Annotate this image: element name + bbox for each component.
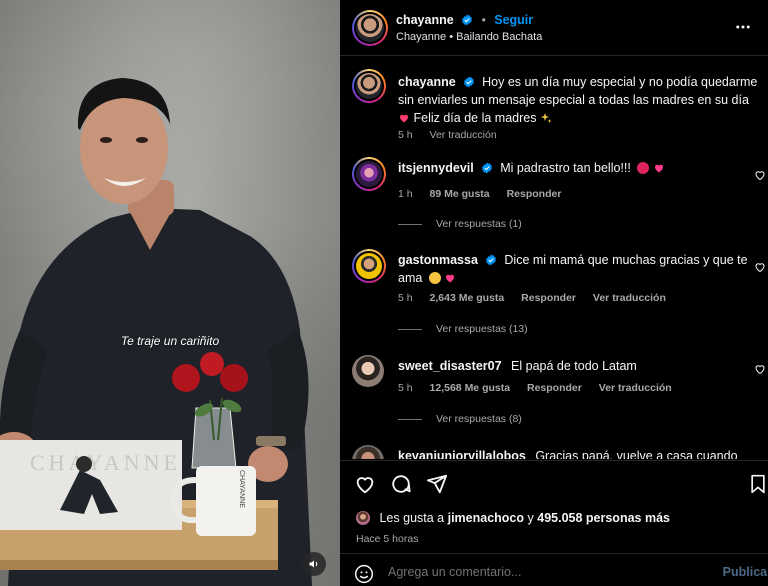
view-replies-label: Ver respuestas (13) [436,323,528,335]
verified-badge-icon [462,14,473,26]
comment-input[interactable] [388,565,688,579]
heart-eyes-emoji-icon [637,162,650,174]
comment-text: El papá de todo Latam [511,359,637,373]
verified-badge-icon [485,254,496,266]
reply-button[interactable]: Responder [507,188,562,200]
verified-badge-icon [463,76,474,88]
comment-avatar[interactable] [352,445,384,459]
comment-likes[interactable]: 2,643 Me gusta [430,292,505,304]
header-dot: • [481,13,486,27]
heart-emoji-icon [446,274,455,283]
bookmark-icon[interactable] [748,473,768,495]
translate-link[interactable]: Ver traducción [599,382,672,394]
caption-username[interactable]: chayanne [398,75,456,89]
comment-likes[interactable]: 12,568 Me gusta [430,382,511,394]
comment-username[interactable]: itsjennydevil [398,161,474,175]
view-replies-label: Ver respuestas (1) [436,218,522,230]
verified-badge-icon [481,162,492,174]
share-icon[interactable] [426,473,448,495]
author-avatar[interactable] [352,10,388,46]
comment-item: sweet_disaster07 El papá de todo Latam 5… [352,355,765,435]
likes-count[interactable]: 495.058 personas más [537,511,670,525]
post-header: chayanne • Seguir Chayanne • Bailando Ba… [340,0,768,56]
heart-icon[interactable] [354,473,376,495]
comment-item: itsjennydevil Mi padrastro tan bello!!! … [352,157,765,237]
post-actions: Les gusta a jimenachoco y 495.058 person… [340,460,768,554]
caption-translate-link[interactable]: Ver traducción [430,129,497,141]
comment-time: 5 h [398,382,413,394]
caption-avatar[interactable] [352,69,386,103]
comment-username[interactable]: kevanjuniorvillalobos [398,449,526,459]
speaker-icon [309,560,318,568]
comment-item: kevanjuniorvillalobos Gracias papá, vuel… [352,445,762,459]
comment-time: 1 h [398,188,413,200]
comments-scroll[interactable]: chayanne Hoy es un día muy especial y no… [340,57,768,459]
caption-text-2: Feliz día de la madres [413,111,537,125]
publish-button[interactable]: Publicar [723,565,768,579]
comment-icon[interactable] [390,473,412,495]
video-panel[interactable]: CHAYANNE CHAYANNE Te traje un cariñito [0,0,340,586]
comment-avatar[interactable] [352,355,384,387]
caption-time: 5 h [398,129,413,141]
replies-divider [398,328,422,330]
comment-time: 5 h [398,292,413,304]
mug-text: CHAYANNE [238,470,245,508]
likes-prefix: Les gusta a [379,511,445,525]
more-horizontal-icon[interactable] [734,18,752,36]
reply-button[interactable]: Responder [521,292,576,304]
likes-mid: y [527,511,534,525]
liker-avatar [356,511,370,525]
post-panel: chayanne • Seguir Chayanne • Bailando Ba… [340,0,768,586]
replies-divider [398,223,422,225]
like-comment-icon[interactable] [754,169,766,181]
author-username[interactable]: chayanne [396,13,454,27]
view-replies-button[interactable]: Ver respuestas (1) [398,218,522,230]
comment-username[interactable]: gastonmassa [398,253,478,267]
comment-avatar[interactable] [352,249,386,283]
like-comment-icon[interactable] [754,363,766,375]
likes-summary: Les gusta a jimenachoco y 495.058 person… [356,511,670,525]
laughing-emoji-icon [428,272,441,284]
liked-by-username[interactable]: jimenachoco [448,511,524,525]
comment-text: Mi padrastro tan bello!!! [500,161,631,175]
video-frame-illustration: CHAYANNE CHAYANNE [0,78,312,586]
audio-subtitle[interactable]: Chayanne • Bailando Bachata [396,31,542,43]
reply-button[interactable]: Responder [527,382,582,394]
comment-avatar[interactable] [352,157,386,191]
comment-likes[interactable]: 89 Me gusta [430,188,490,200]
comment-composer: Publicar [340,555,768,586]
sound-toggle-button[interactable] [302,552,326,576]
comment-text: Gracias papá, vuelve a casa cuando [535,449,738,459]
comment-item: gastonmassa Dice mi mamá que muchas grac… [352,249,765,339]
replies-divider [398,418,422,420]
heart-emoji-icon [654,164,663,173]
post-time: Hace 5 horas [356,533,419,545]
like-comment-icon[interactable] [754,261,766,273]
sparkles-emoji-icon [540,113,552,123]
post-caption: chayanne Hoy es un día muy especial y no… [352,69,762,149]
comment-username[interactable]: sweet_disaster07 [398,359,502,373]
emoji-icon[interactable] [354,564,374,584]
view-replies-label: Ver respuestas (8) [436,413,522,425]
video-caption: Te traje un cariñito [120,334,220,348]
heart-emoji-icon [400,114,408,123]
view-replies-button[interactable]: Ver respuestas (8) [398,413,522,425]
view-replies-button[interactable]: Ver respuestas (13) [398,323,528,335]
translate-link[interactable]: Ver traducción [593,292,666,304]
follow-button[interactable]: Seguir [494,13,533,27]
album-cover-text: CHAYANNE [30,450,181,475]
